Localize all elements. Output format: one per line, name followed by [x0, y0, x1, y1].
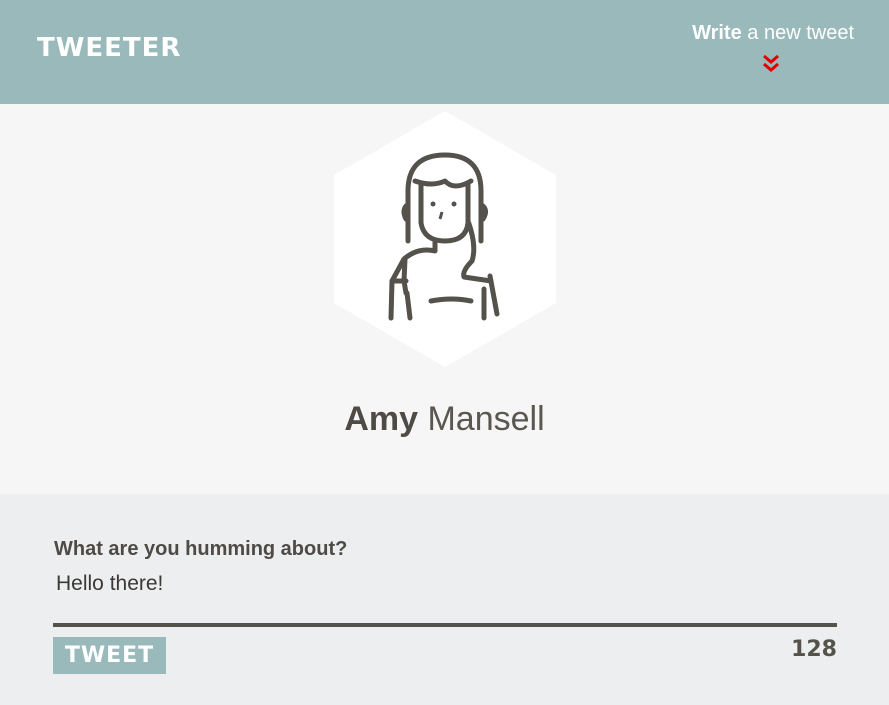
write-link-bold: Write	[692, 22, 742, 44]
tweet-button[interactable]: TWEET	[53, 637, 166, 674]
char-counter: 128	[791, 637, 837, 662]
write-link-rest: a new tweet	[747, 22, 854, 44]
app-logo[interactable]: TWEETER	[37, 33, 181, 63]
double-chevron-down-icon[interactable]	[761, 54, 781, 74]
first-name: Amy	[344, 400, 419, 438]
compose-section: What are you humming about? TWEET 128	[0, 494, 889, 705]
profile-name: Amy Mansell	[0, 400, 889, 439]
header-bar: TWEETER Write a new tweet	[0, 0, 889, 104]
profile-section: Amy Mansell	[0, 104, 889, 494]
avatar	[334, 111, 556, 367]
woman-avatar-icon	[334, 111, 556, 367]
write-new-tweet-link[interactable]: Write a new tweet	[692, 22, 854, 45]
tweet-input[interactable]	[53, 564, 836, 604]
divider	[53, 623, 837, 627]
last-name: Mansell	[427, 400, 545, 438]
compose-prompt: What are you humming about?	[54, 538, 348, 560]
